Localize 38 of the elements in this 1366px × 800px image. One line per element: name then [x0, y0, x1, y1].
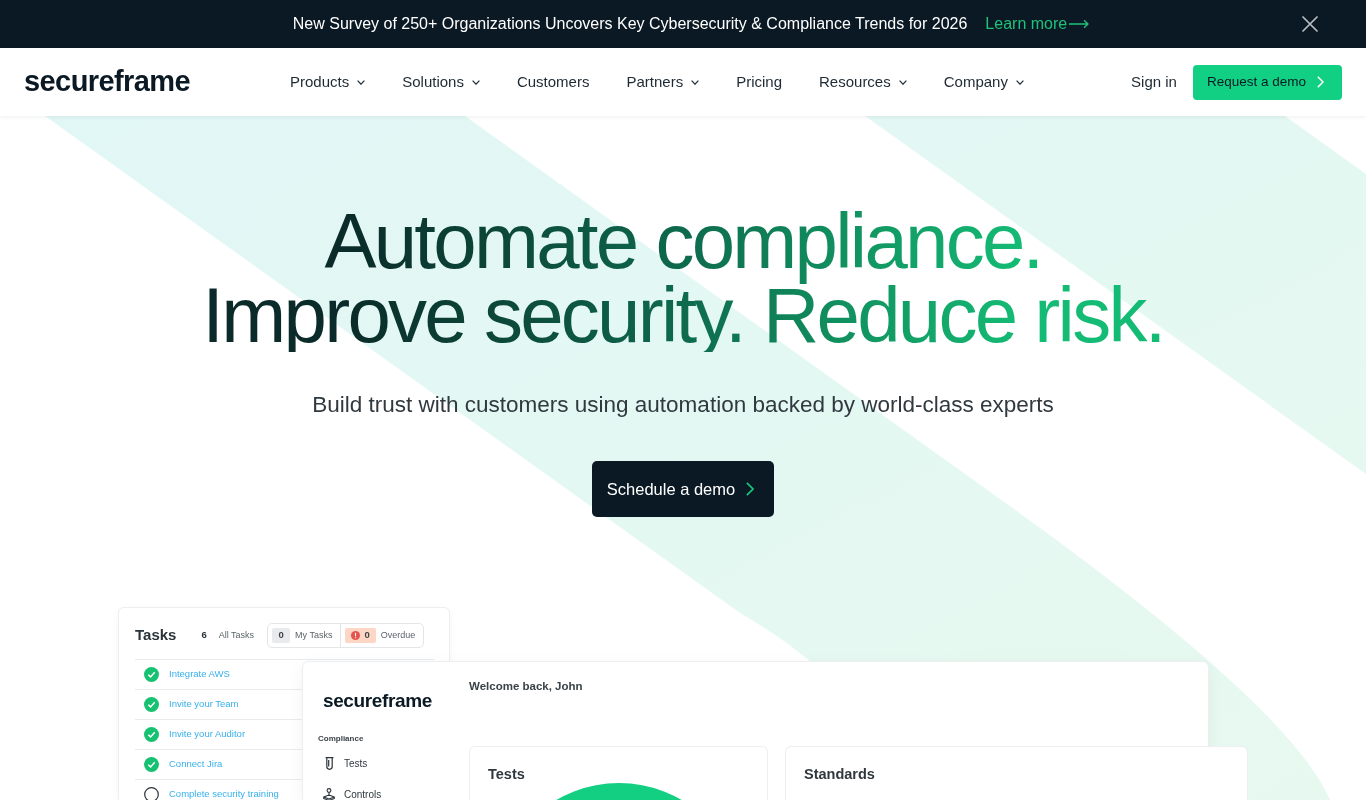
nav-menu-item[interactable]: Products	[290, 70, 366, 94]
request-demo-button[interactable]: Request a demo	[1192, 64, 1342, 100]
filter-label: My Tasks	[295, 628, 333, 642]
welcome-text: Welcome back, John	[469, 679, 583, 693]
close-button[interactable]	[1302, 16, 1318, 32]
logo-wordmark: secureframe	[323, 690, 432, 712]
nav-menu-item[interactable]: Partners	[626, 70, 700, 94]
count-badge: 0	[272, 628, 291, 643]
chevron-right-icon	[746, 482, 755, 496]
tasks-title: Tasks	[135, 625, 177, 646]
nav-menu-item[interactable]: Company	[943, 70, 1024, 94]
announcement-text: New Survey of 250+ Organizations Uncovers Key Cybersecurity & Compliance Trends for 2026	[292, 14, 968, 34]
nav-menu-item[interactable]: Solutions	[402, 70, 480, 94]
test-tube-icon	[324, 756, 334, 770]
sidebar-item[interactable]: Controls	[323, 784, 382, 800]
nav-menu-item[interactable]: Customers	[516, 70, 590, 94]
schedule-demo-button[interactable]: Schedule a demo	[591, 461, 775, 517]
task-filter-tab[interactable]: 0 My Tasks	[268, 624, 341, 647]
arrow-right-icon	[1069, 19, 1090, 29]
panel-title: Standards	[804, 765, 875, 783]
sign-in-link[interactable]: Sign in	[1131, 70, 1177, 94]
learn-more-link[interactable]: Learn more	[985, 12, 1090, 36]
chevron-right-icon	[1317, 76, 1324, 88]
nav-menu-item[interactable]: Resources	[819, 70, 907, 94]
logo-wordmark[interactable]: secureframe	[24, 64, 191, 97]
nav-menu-item[interactable]: Pricing	[736, 70, 782, 94]
filter-label: Overdue	[380, 628, 416, 642]
hero-subtitle: Build trust with customers using automation backed by world-class experts	[312, 391, 1054, 419]
task-filter-tab[interactable]: 0 Overdue	[340, 624, 424, 647]
task-total-count: 6	[201, 628, 207, 643]
joystick-icon	[323, 787, 335, 800]
alert-icon	[351, 631, 361, 640]
sidebar-item[interactable]: Tests	[323, 753, 368, 773]
close-icon	[1302, 16, 1318, 32]
overdue-count: 0	[364, 628, 370, 643]
all-tasks-label: All Tasks	[218, 628, 255, 642]
panel-title: Tests	[488, 765, 525, 783]
sidebar-section-label: Compliance	[318, 734, 364, 744]
